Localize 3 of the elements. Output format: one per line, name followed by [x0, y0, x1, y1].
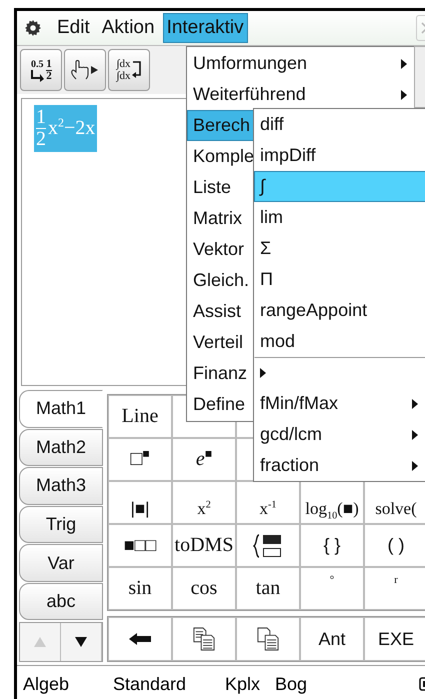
fraction-text: 1 2: [46, 58, 52, 82]
decimal-text: 0.5: [30, 58, 44, 70]
integral-text: ∫dx ∫dx: [116, 58, 130, 82]
